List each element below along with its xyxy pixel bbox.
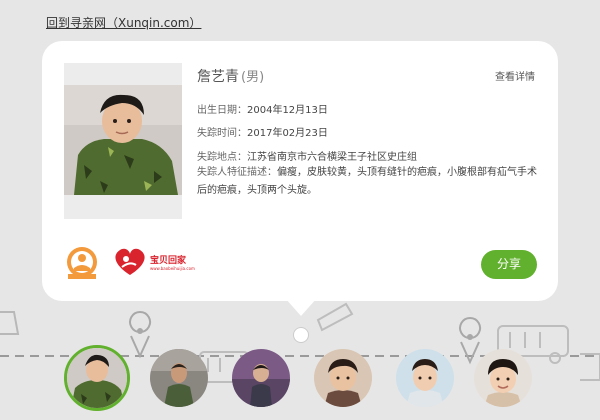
person-photo bbox=[64, 63, 182, 219]
view-details-link[interactable]: 查看详情 bbox=[495, 68, 535, 83]
child-photo-image bbox=[64, 85, 182, 195]
thumb-3[interactable] bbox=[232, 349, 290, 407]
features-label: 失踪人特征描述： bbox=[197, 167, 277, 178]
person-name: 詹艺青 bbox=[197, 69, 239, 85]
child-thumbnail-image bbox=[67, 348, 127, 408]
missing-place-label: 失踪地点： bbox=[197, 152, 247, 163]
child-thumbnail-image bbox=[150, 349, 208, 407]
child-thumbnail-image bbox=[232, 349, 290, 407]
baobei-huijia-heart-icon bbox=[115, 248, 145, 275]
back-to-xunqin-link[interactable]: 回到寻亲网（Xunqin.com） bbox=[46, 14, 201, 31]
page: 回到寻亲网（Xunqin.com） 詹艺青 (男) 查看详情 出生日期：2004年… bbox=[0, 0, 600, 420]
share-button[interactable]: 分享 bbox=[481, 250, 537, 279]
card-pointer bbox=[285, 298, 317, 316]
thumb-5[interactable] bbox=[396, 349, 454, 407]
missing-place-value: 江苏省南京市六合横梁王子社区史庄组 bbox=[247, 152, 417, 163]
volunteer-org-logo bbox=[67, 247, 97, 279]
baobei-huijia-logo-text: 宝贝回家 bbox=[150, 256, 187, 266]
child-thumbnail-image bbox=[474, 349, 532, 407]
child-thumbnail-image bbox=[396, 349, 454, 407]
birth-date-label: 出生日期： bbox=[197, 105, 247, 116]
thumb-6[interactable] bbox=[474, 349, 532, 407]
features-row: 失踪人特征描述：偏瘦，皮肤较黄，头顶有缝针的疤痕，小腹根部有疝气手术后的疤痕，头… bbox=[197, 164, 537, 200]
timeline-marker bbox=[293, 327, 309, 343]
thumb-2[interactable] bbox=[150, 349, 208, 407]
birth-date-value: 2004年12月13日 bbox=[247, 105, 328, 116]
missing-time-value: 2017年02月23日 bbox=[247, 128, 328, 139]
location-pin-icon bbox=[129, 311, 152, 359]
baobei-huijia-logo-url: www.baobeihuijia.com bbox=[150, 266, 195, 271]
person-gender: (男) bbox=[241, 70, 265, 85]
missing-place-row: 失踪地点：江苏省南京市六合横梁王子社区史庄组 bbox=[197, 148, 417, 163]
missing-time-row: 失踪时间：2017年02月23日 bbox=[197, 124, 328, 139]
birth-date-row: 出生日期：2004年12月13日 bbox=[197, 101, 328, 116]
child-thumbnail-image bbox=[314, 349, 372, 407]
thumb-4[interactable] bbox=[314, 349, 372, 407]
person-name-line: 詹艺青 (男) bbox=[197, 66, 264, 86]
thumb-1[interactable] bbox=[64, 345, 130, 411]
missing-time-label: 失踪时间： bbox=[197, 128, 247, 139]
